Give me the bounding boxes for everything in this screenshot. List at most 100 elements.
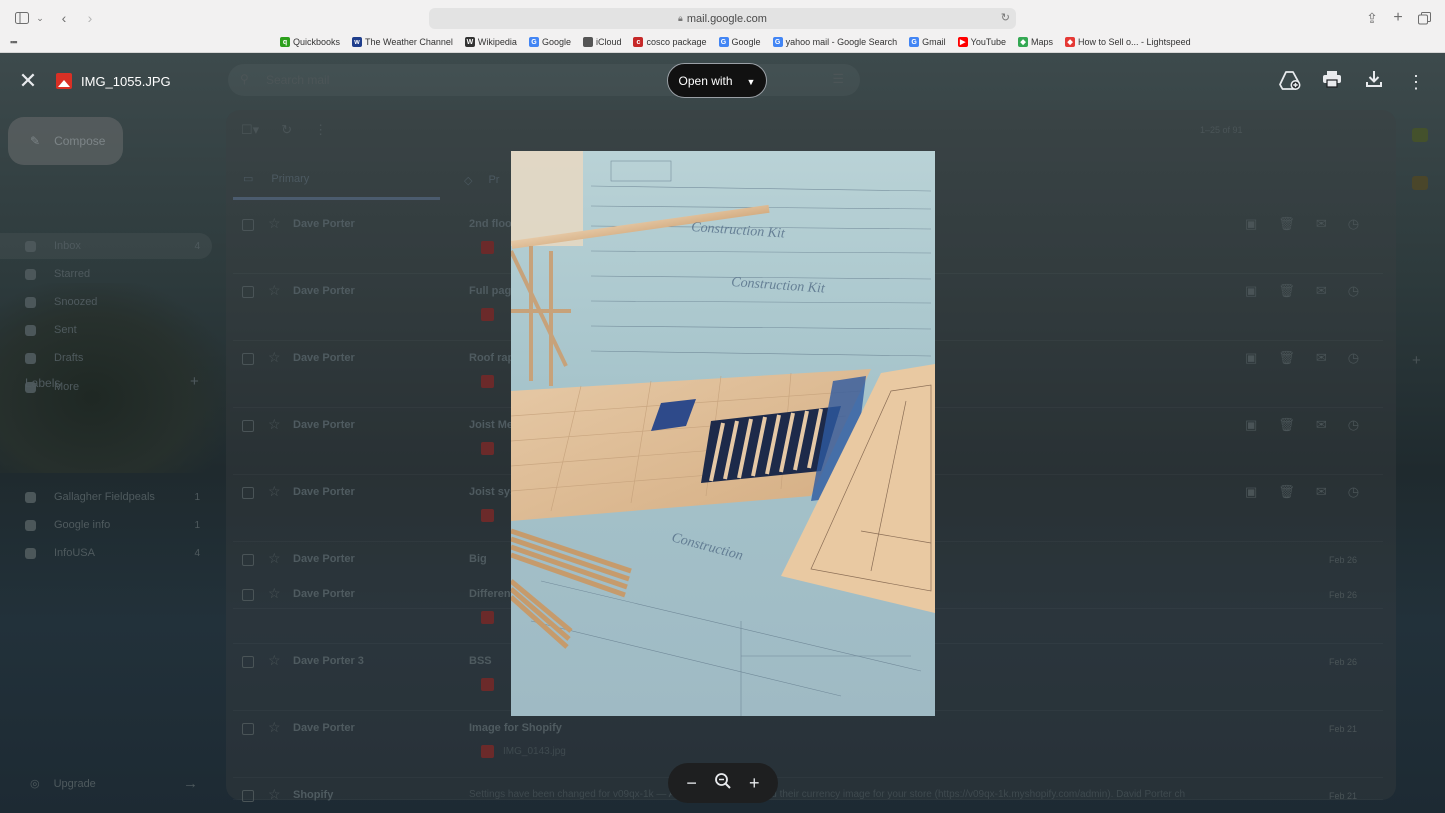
tab-promotions[interactable]: ◇ Pr <box>464 160 499 200</box>
sidebar-label-item[interactable]: InfoUSA 4 <box>0 540 212 566</box>
delete-icon[interactable]: 🗑︎ <box>1278 350 1295 366</box>
bookmark-item[interactable]: G Google <box>718 35 761 49</box>
share-icon[interactable]: ⇪ <box>1365 9 1379 27</box>
add-to-drive-icon[interactable] <box>1278 70 1302 94</box>
row-checkbox[interactable] <box>242 286 254 298</box>
row-checkbox[interactable] <box>242 487 254 499</box>
address-bar[interactable]: 🔒︎ mail.google.com ↻ <box>429 8 1016 29</box>
delete-icon[interactable]: 🗑︎ <box>1278 283 1295 299</box>
sidebar-toggle-icon[interactable] <box>14 9 30 27</box>
sidebar-label-item[interactable]: Gallagher Fieldpeals 1 <box>0 484 212 510</box>
tab-overview-icon[interactable] <box>1417 9 1431 27</box>
archive-icon[interactable]: ▣ <box>1245 484 1257 500</box>
sidebar-item-starred[interactable]: Starred <box>0 261 212 287</box>
chevron-down-icon[interactable]: ⌄ <box>35 9 45 27</box>
tab-primary[interactable]: ▭ Primary <box>233 160 440 200</box>
bookmark-item[interactable]: Gyahoo mail - Google Search <box>772 35 897 49</box>
zoom-reset-icon[interactable] <box>710 772 736 794</box>
bookmark-item[interactable]: W Wikipedia <box>464 35 517 49</box>
arrow-right-icon[interactable]: → <box>183 775 198 792</box>
bookmark-favicon-icon <box>582 37 593 47</box>
row-checkbox[interactable] <box>242 420 254 432</box>
more-vert-icon[interactable]: ⋮ <box>314 122 327 138</box>
star-icon[interactable]: ☆ <box>268 786 281 803</box>
mark-read-icon[interactable]: ✉ <box>1316 484 1327 500</box>
zoom-in-icon[interactable]: + <box>741 773 767 794</box>
bookmark-item[interactable]: ◆ Maps <box>1018 35 1053 49</box>
archive-icon[interactable]: ▣ <box>1245 283 1257 299</box>
upgrade-button[interactable]: ◎ Upgrade <box>30 777 96 791</box>
email-row[interactable]: ☆ Dave Porter Image for Shopify IMG_0143.jp… <box>233 711 1383 778</box>
add-label-icon[interactable]: + <box>190 373 199 390</box>
bookmark-item[interactable]: G Gmail <box>909 35 946 49</box>
compose-button[interactable]: ✎ Compose <box>8 117 123 165</box>
sidebar-label-item[interactable]: Google info 1 <box>0 512 212 538</box>
star-icon[interactable]: ☆ <box>268 585 281 602</box>
mark-read-icon[interactable]: ✉ <box>1316 283 1327 299</box>
star-icon[interactable]: ☆ <box>268 483 281 500</box>
filter-icon[interactable]: ☰ <box>832 71 844 87</box>
sidebar-item-sent[interactable]: Sent <box>0 317 212 343</box>
mark-read-icon[interactable]: ✉ <box>1316 417 1327 433</box>
bookmark-item[interactable]: w The Weather Channel <box>352 35 453 49</box>
star-icon[interactable]: ☆ <box>268 416 281 433</box>
star-icon[interactable]: ☆ <box>268 719 281 736</box>
more-options-icon[interactable]: ⋮ <box>1404 70 1428 94</box>
row-checkbox[interactable] <box>242 554 254 566</box>
row-checkbox[interactable] <box>242 723 254 735</box>
archive-icon[interactable]: ▣ <box>1245 350 1257 366</box>
bookmark-item[interactable]: q Quickbooks <box>280 35 340 49</box>
bookmark-item[interactable]: c cosco package <box>633 35 707 49</box>
keep-icon[interactable] <box>1412 176 1428 190</box>
star-icon[interactable]: ☆ <box>268 215 281 232</box>
archive-icon[interactable]: ▣ <box>1245 216 1257 232</box>
bookmark-label: iCloud <box>595 37 622 47</box>
row-checkbox[interactable] <box>242 790 254 802</box>
back-icon[interactable]: ‹ <box>57 9 71 27</box>
archive-icon[interactable]: ▣ <box>1245 417 1257 433</box>
sidebar-item-drafts[interactable]: Drafts <box>0 345 212 371</box>
sidebar-item-inbox[interactable]: Inbox 4 <box>0 233 212 259</box>
bookmark-item[interactable]: iCloud <box>582 35 622 49</box>
star-icon[interactable]: ☆ <box>268 550 281 567</box>
refresh-icon[interactable]: ↻ <box>281 122 292 138</box>
label-name: Google info <box>54 519 111 531</box>
open-with-button[interactable]: Open with ▼ <box>667 63 767 98</box>
add-addon-icon[interactable]: + <box>1412 352 1428 369</box>
snooze-icon[interactable]: ◷ <box>1348 216 1359 232</box>
delete-icon[interactable]: 🗑︎ <box>1278 417 1295 433</box>
bookmark-item[interactable]: ◆ How to Sell o... - Lightspeed <box>1065 35 1191 49</box>
delete-icon[interactable]: 🗑︎ <box>1278 484 1295 500</box>
snooze-icon[interactable]: ◷ <box>1348 350 1359 366</box>
mark-read-icon[interactable]: ✉ <box>1316 350 1327 366</box>
email-row[interactable]: ☆ Shopify Settings have been changed for v… <box>233 778 1383 803</box>
bookmark-item[interactable]: ▶ YouTube <box>957 35 1006 49</box>
favorites-grid-icon[interactable]: ▪▪▪ <box>10 37 18 47</box>
bookmark-item[interactable]: G Google <box>528 35 571 49</box>
sidebar-item-snoozed[interactable]: Snoozed <box>0 289 212 315</box>
email-date: Feb 26 <box>1328 657 1357 667</box>
close-icon[interactable]: ✕ <box>16 70 40 94</box>
snooze-icon[interactable]: ◷ <box>1348 417 1359 433</box>
nav-icon <box>25 324 36 336</box>
row-checkbox[interactable] <box>242 589 254 601</box>
star-icon[interactable]: ☆ <box>268 652 281 669</box>
download-icon[interactable] <box>1362 70 1386 94</box>
star-icon[interactable]: ☆ <box>268 282 281 299</box>
delete-icon[interactable]: 🗑︎ <box>1278 216 1295 232</box>
snooze-icon[interactable]: ◷ <box>1348 484 1359 500</box>
attachment-image-icon <box>481 745 494 758</box>
mark-read-icon[interactable]: ✉ <box>1316 216 1327 232</box>
forward-icon[interactable]: › <box>83 9 97 27</box>
star-icon[interactable]: ☆ <box>268 349 281 366</box>
reload-icon[interactable]: ↻ <box>1001 11 1010 24</box>
new-tab-icon[interactable]: + <box>1391 9 1405 27</box>
snooze-icon[interactable]: ◷ <box>1348 283 1359 299</box>
calendar-icon[interactable] <box>1412 128 1428 142</box>
row-checkbox[interactable] <box>242 353 254 365</box>
print-icon[interactable] <box>1320 70 1344 94</box>
row-checkbox[interactable] <box>242 219 254 231</box>
zoom-out-icon[interactable]: − <box>679 773 705 794</box>
select-all-checkbox-icon[interactable]: ☐▾ <box>241 122 259 138</box>
row-checkbox[interactable] <box>242 656 254 668</box>
